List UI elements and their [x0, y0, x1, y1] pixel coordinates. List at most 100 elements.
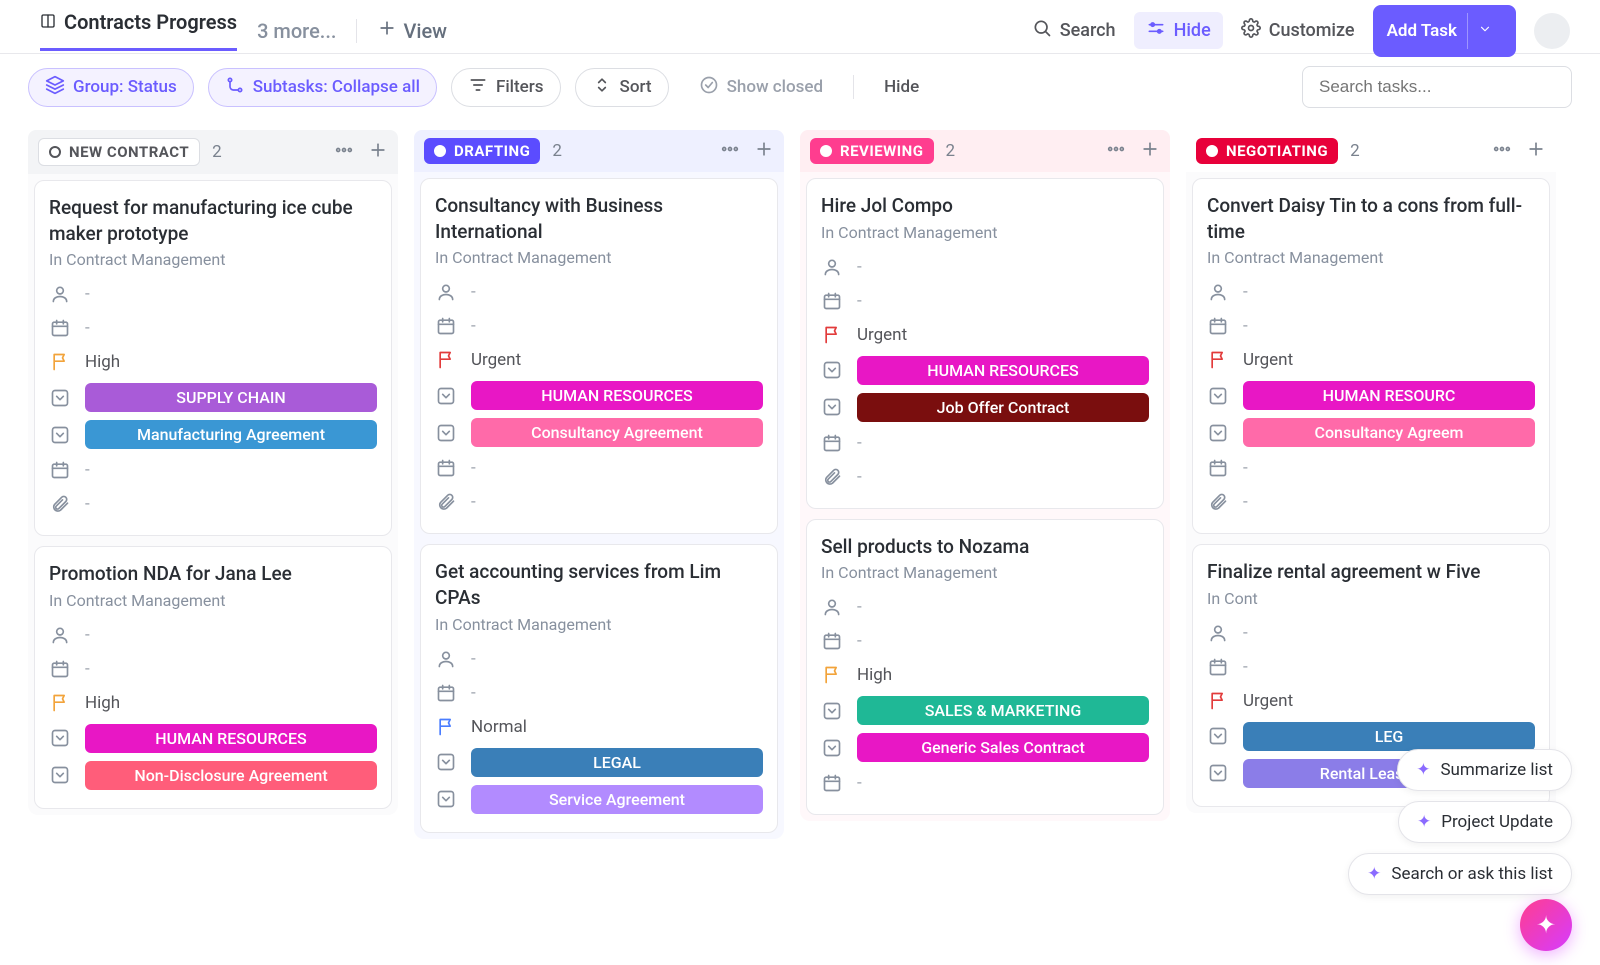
ai-project-update[interactable]: ✦Project Update [1398, 801, 1572, 843]
hide-button[interactable]: Hide [1134, 12, 1223, 49]
card-property[interactable]: - [49, 618, 377, 652]
column-header: NEW CONTRACT 2 [28, 130, 398, 174]
task-card[interactable]: Convert Daisy Tin to a cons from full-ti… [1192, 178, 1550, 534]
card-tag-row[interactable]: SALES & MARKETING [821, 692, 1149, 729]
date-icon [435, 682, 457, 704]
card-title: Convert Daisy Tin to a cons from full-ti… [1207, 193, 1535, 244]
card-tag-row[interactable]: HUMAN RESOURCES [49, 720, 377, 757]
status-pill[interactable]: DRAFTING [424, 138, 540, 164]
more-icon[interactable] [1106, 139, 1126, 163]
card-priority[interactable]: Urgent [435, 343, 763, 377]
board-icon [40, 10, 56, 34]
task-card[interactable]: Get accounting services from Lim CPAs In… [420, 544, 778, 832]
add-card-icon[interactable] [1140, 139, 1160, 163]
sort-chip[interactable]: Sort [575, 68, 669, 107]
show-closed-chip[interactable]: Show closed [683, 69, 840, 106]
card-tag-row[interactable]: Service Agreement [435, 781, 763, 818]
property-value: - [1243, 623, 1248, 643]
date-icon [821, 772, 843, 794]
card-property[interactable]: - [435, 676, 763, 710]
status-pill[interactable]: NEGOTIATING [1196, 138, 1338, 164]
ai-summarize[interactable]: ✦Summarize list [1397, 749, 1572, 791]
card-tag: Consultancy Agreement [471, 418, 763, 447]
card-property[interactable]: - [435, 451, 763, 485]
status-pill[interactable]: REVIEWING [810, 138, 934, 164]
status-pill[interactable]: NEW CONTRACT [38, 138, 200, 166]
property-value: - [471, 492, 476, 512]
card-tag-row[interactable]: Consultancy Agreem [1207, 414, 1535, 451]
add-view-button[interactable]: View [377, 18, 447, 43]
search-tasks-input[interactable] [1302, 66, 1572, 108]
card-property[interactable]: - [821, 766, 1149, 800]
add-task-button[interactable]: Add Task [1373, 5, 1516, 57]
card-property[interactable]: - [49, 311, 377, 345]
card-property[interactable]: - [821, 590, 1149, 624]
customize-button[interactable]: Customize [1241, 18, 1355, 43]
task-card[interactable]: Sell products to Nozama In Contract Mana… [806, 519, 1164, 816]
add-card-icon[interactable] [1526, 139, 1546, 163]
ai-search[interactable]: ✦Search or ask this list [1348, 853, 1572, 895]
card-property[interactable]: - [1207, 451, 1535, 485]
card-priority[interactable]: Normal [435, 710, 763, 744]
user-avatar[interactable] [1534, 13, 1570, 49]
card-property[interactable]: - [435, 275, 763, 309]
more-icon[interactable] [1492, 139, 1512, 163]
tab-contracts-progress[interactable]: Contracts Progress [40, 10, 237, 51]
column-body: Hire Jol Compo In Contract Management - … [800, 172, 1170, 821]
divider [356, 19, 357, 43]
card-property[interactable]: - [821, 460, 1149, 494]
card-tag-row[interactable]: SUPPLY CHAIN [49, 379, 377, 416]
card-property[interactable]: - [821, 250, 1149, 284]
card-property[interactable]: - [49, 652, 377, 686]
more-icon[interactable] [334, 140, 354, 164]
card-property[interactable]: - [49, 453, 377, 487]
card-property[interactable]: - [1207, 309, 1535, 343]
flag-icon [49, 351, 71, 373]
card-tag-row[interactable]: HUMAN RESOURC [1207, 377, 1535, 414]
card-property[interactable]: - [1207, 616, 1535, 650]
card-property[interactable]: - [1207, 275, 1535, 309]
card-tag-row[interactable]: Job Offer Contract [821, 389, 1149, 426]
card-tag-row[interactable]: Non-Disclosure Agreement [49, 757, 377, 794]
task-card[interactable]: Hire Jol Compo In Contract Management - … [806, 178, 1164, 509]
card-property[interactable]: - [821, 624, 1149, 658]
card-property[interactable]: - [49, 277, 377, 311]
card-property[interactable]: - [435, 309, 763, 343]
task-card[interactable]: Consultancy with Business International … [420, 178, 778, 534]
card-priority[interactable]: Urgent [821, 318, 1149, 352]
tab-more[interactable]: 3 more... [257, 19, 336, 43]
card-priority[interactable]: High [49, 345, 377, 379]
card-property[interactable]: - [435, 642, 763, 676]
flag-icon [435, 716, 457, 738]
card-tag-row[interactable]: LEGAL [435, 744, 763, 781]
card-priority[interactable]: Urgent [1207, 684, 1535, 718]
add-card-icon[interactable] [368, 140, 388, 164]
card-tag: HUMAN RESOURC [1243, 381, 1535, 410]
card-property[interactable]: - [821, 426, 1149, 460]
hide-chip[interactable]: Hide [868, 71, 935, 103]
subtasks-chip[interactable]: Subtasks: Collapse all [208, 68, 437, 107]
add-card-icon[interactable] [754, 139, 774, 163]
more-icon[interactable] [720, 139, 740, 163]
card-property[interactable]: - [1207, 650, 1535, 684]
card-tag-row[interactable]: HUMAN RESOURCES [821, 352, 1149, 389]
card-tag-row[interactable]: HUMAN RESOURCES [435, 377, 763, 414]
card-tag-row[interactable]: Generic Sales Contract [821, 729, 1149, 766]
card-tag-row[interactable]: Manufacturing Agreement [49, 416, 377, 453]
card-property[interactable]: - [1207, 485, 1535, 519]
card-priority[interactable]: High [821, 658, 1149, 692]
add-task-dropdown[interactable] [1467, 13, 1502, 49]
ai-fab-button[interactable]: ✦ [1520, 899, 1572, 951]
card-priority[interactable]: High [49, 686, 377, 720]
divider [853, 75, 854, 99]
task-card[interactable]: Promotion NDA for Jana Lee In Contract M… [34, 546, 392, 809]
group-chip[interactable]: Group: Status [28, 68, 194, 107]
card-property[interactable]: - [435, 485, 763, 519]
card-property[interactable]: - [49, 487, 377, 521]
card-tag-row[interactable]: Consultancy Agreement [435, 414, 763, 451]
card-priority[interactable]: Urgent [1207, 343, 1535, 377]
search-button[interactable]: Search [1032, 18, 1116, 43]
task-card[interactable]: Request for manufacturing ice cube maker… [34, 180, 392, 536]
filters-chip[interactable]: Filters [451, 68, 561, 107]
card-property[interactable]: - [821, 284, 1149, 318]
